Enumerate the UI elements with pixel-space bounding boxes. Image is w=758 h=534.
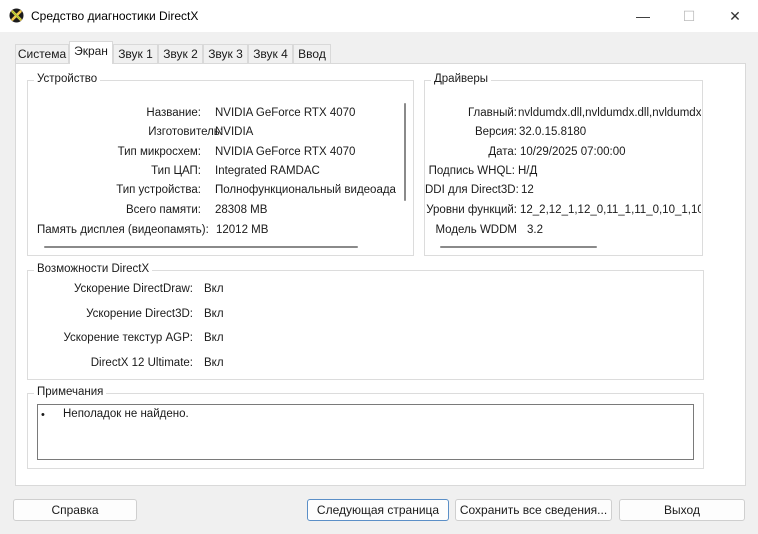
device-value-manufacturer: NVIDIA	[215, 126, 254, 138]
notes-list[interactable]: • Неполадок не найдено.	[37, 404, 694, 460]
drivers-horizontal-scrollbar[interactable]	[440, 246, 597, 248]
capabilities-value-agp: Вкл	[204, 332, 224, 344]
capabilities-row-dx12-ultimate: DirectX 12 Ultimate: Вкл	[28, 357, 328, 373]
device-row-chip: Тип микросхем: NVIDIA GeForce RTX 4070	[28, 146, 396, 162]
device-value-chip: NVIDIA GeForce RTX 4070	[215, 146, 356, 158]
drivers-label-wddm: Модель WDDM	[435, 224, 517, 236]
notes-group-title: Примечания	[34, 386, 107, 398]
capabilities-value-dx12-ultimate: Вкл	[204, 357, 224, 369]
capabilities-group-title: Возможности DirectX	[34, 263, 153, 275]
maximize-button: ☐	[666, 0, 712, 32]
drivers-value-main: nvldumdx.dll,nvldumdx.dll,nvldumdx.d	[518, 107, 701, 119]
drivers-group-title: Драйверы	[431, 73, 492, 85]
drivers-label-main: Главный:	[467, 107, 517, 119]
device-label-manufacturer: Изготовитель:	[148, 126, 223, 138]
tab-sound-1[interactable]: Звук 1	[113, 44, 158, 63]
drivers-row-ddi: DDI для Direct3D: 12	[425, 184, 701, 200]
capabilities-label-directdraw: Ускорение DirectDraw:	[73, 283, 193, 295]
minimize-button[interactable]: —	[620, 0, 666, 32]
capabilities-label-direct3d: Ускорение Direct3D:	[86, 308, 193, 320]
device-label-total-memory: Всего памяти:	[126, 204, 201, 216]
drivers-label-ddi: DDI для Direct3D:	[425, 184, 519, 196]
tab-system[interactable]: Система	[15, 44, 69, 63]
close-icon: ✕	[729, 7, 741, 24]
device-row-manufacturer: Изготовитель: NVIDIA	[28, 126, 396, 142]
device-horizontal-scrollbar[interactable]	[44, 246, 358, 248]
device-value-dac: Integrated RAMDAC	[215, 165, 320, 177]
help-button[interactable]: Справка	[13, 499, 137, 521]
maximize-icon: ☐	[682, 7, 696, 24]
exit-button[interactable]: Выход	[619, 499, 745, 521]
device-row-display-memory: Память дисплея (видеопамять): 12012 MB	[28, 224, 396, 240]
device-label-type: Тип устройства:	[116, 184, 201, 196]
drivers-row-main: Главный: nvldumdx.dll,nvldumdx.dll,nvldu…	[425, 107, 701, 123]
drivers-row-wddm: Модель WDDM 3.2	[425, 224, 701, 240]
capabilities-label-agp: Ускорение текстур AGP:	[63, 332, 193, 344]
device-row-total-memory: Всего памяти: 28308 MB	[28, 204, 396, 220]
minimize-icon: —	[636, 8, 650, 24]
capabilities-label-dx12-ultimate: DirectX 12 Ultimate:	[90, 357, 193, 369]
device-label-dac: Тип ЦАП:	[151, 165, 201, 177]
device-row-name: Название: NVIDIA GeForce RTX 4070	[28, 107, 396, 123]
drivers-row-date: Дата: 10/29/2025 07:00:00	[425, 146, 701, 162]
notes-item: Неполадок не найдено.	[63, 408, 189, 420]
capabilities-value-direct3d: Вкл	[204, 308, 224, 320]
capabilities-row-direct3d: Ускорение Direct3D: Вкл	[28, 308, 328, 324]
drivers-label-whql: Подпись WHQL:	[428, 165, 515, 177]
tab-sound-3[interactable]: Звук 3	[203, 44, 248, 63]
title-bar: Средство диагностики DirectX — ☐ ✕	[0, 0, 758, 32]
drivers-label-feature-levels: Уровни функций:	[426, 204, 517, 216]
device-vertical-scrollbar[interactable]	[404, 103, 406, 201]
drivers-row-whql: Подпись WHQL: Н/Д	[425, 165, 701, 181]
capabilities-value-directdraw: Вкл	[204, 283, 224, 295]
drivers-row-version: Версия: 32.0.15.8180	[425, 126, 701, 142]
device-value-total-memory: 28308 MB	[215, 204, 268, 216]
save-all-button[interactable]: Сохранить все сведения...	[455, 499, 612, 521]
drivers-value-date: 10/29/2025 07:00:00	[520, 146, 626, 158]
device-value-display-memory: 12012 MB	[216, 224, 269, 236]
drivers-value-wddm: 3.2	[527, 224, 543, 236]
close-button[interactable]: ✕	[712, 0, 758, 32]
tab-input[interactable]: Ввод	[293, 44, 331, 63]
device-row-dac: Тип ЦАП: Integrated RAMDAC	[28, 165, 396, 181]
drivers-label-date: Дата:	[488, 146, 517, 158]
drivers-value-whql: Н/Д	[518, 165, 538, 177]
device-label-display-memory: Память дисплея (видеопамять):	[37, 224, 209, 236]
drivers-label-version: Версия:	[474, 126, 517, 138]
device-label-name: Название:	[146, 107, 201, 119]
drivers-value-ddi: 12	[521, 184, 534, 196]
capabilities-row-agp: Ускорение текстур AGP: Вкл	[28, 332, 328, 348]
drivers-value-version: 32.0.15.8180	[519, 126, 587, 138]
drivers-value-feature-levels: 12_2,12_1,12_0,11_1,11_0,10_1,10_	[520, 204, 701, 216]
directx-icon	[9, 8, 24, 23]
device-group-title: Устройство	[34, 73, 101, 85]
device-value-name: NVIDIA GeForce RTX 4070	[215, 107, 356, 119]
notes-bullet: •	[41, 409, 45, 421]
tab-display[interactable]: Экран	[69, 41, 113, 64]
tab-sound-2[interactable]: Звук 2	[158, 44, 203, 63]
next-page-button[interactable]: Следующая страница	[307, 499, 449, 521]
device-row-type: Тип устройства: Полнофункциональный виде…	[28, 184, 396, 200]
capabilities-row-directdraw: Ускорение DirectDraw: Вкл	[28, 283, 328, 299]
window-title: Средство диагностики DirectX	[31, 9, 199, 23]
device-value-type: Полнофункциональный видеоадап	[215, 184, 396, 196]
device-label-chip: Тип микросхем:	[117, 146, 201, 158]
drivers-row-feature-levels: Уровни функций: 12_2,12_1,12_0,11_1,11_0…	[425, 204, 701, 220]
tab-sound-4[interactable]: Звук 4	[248, 44, 293, 63]
